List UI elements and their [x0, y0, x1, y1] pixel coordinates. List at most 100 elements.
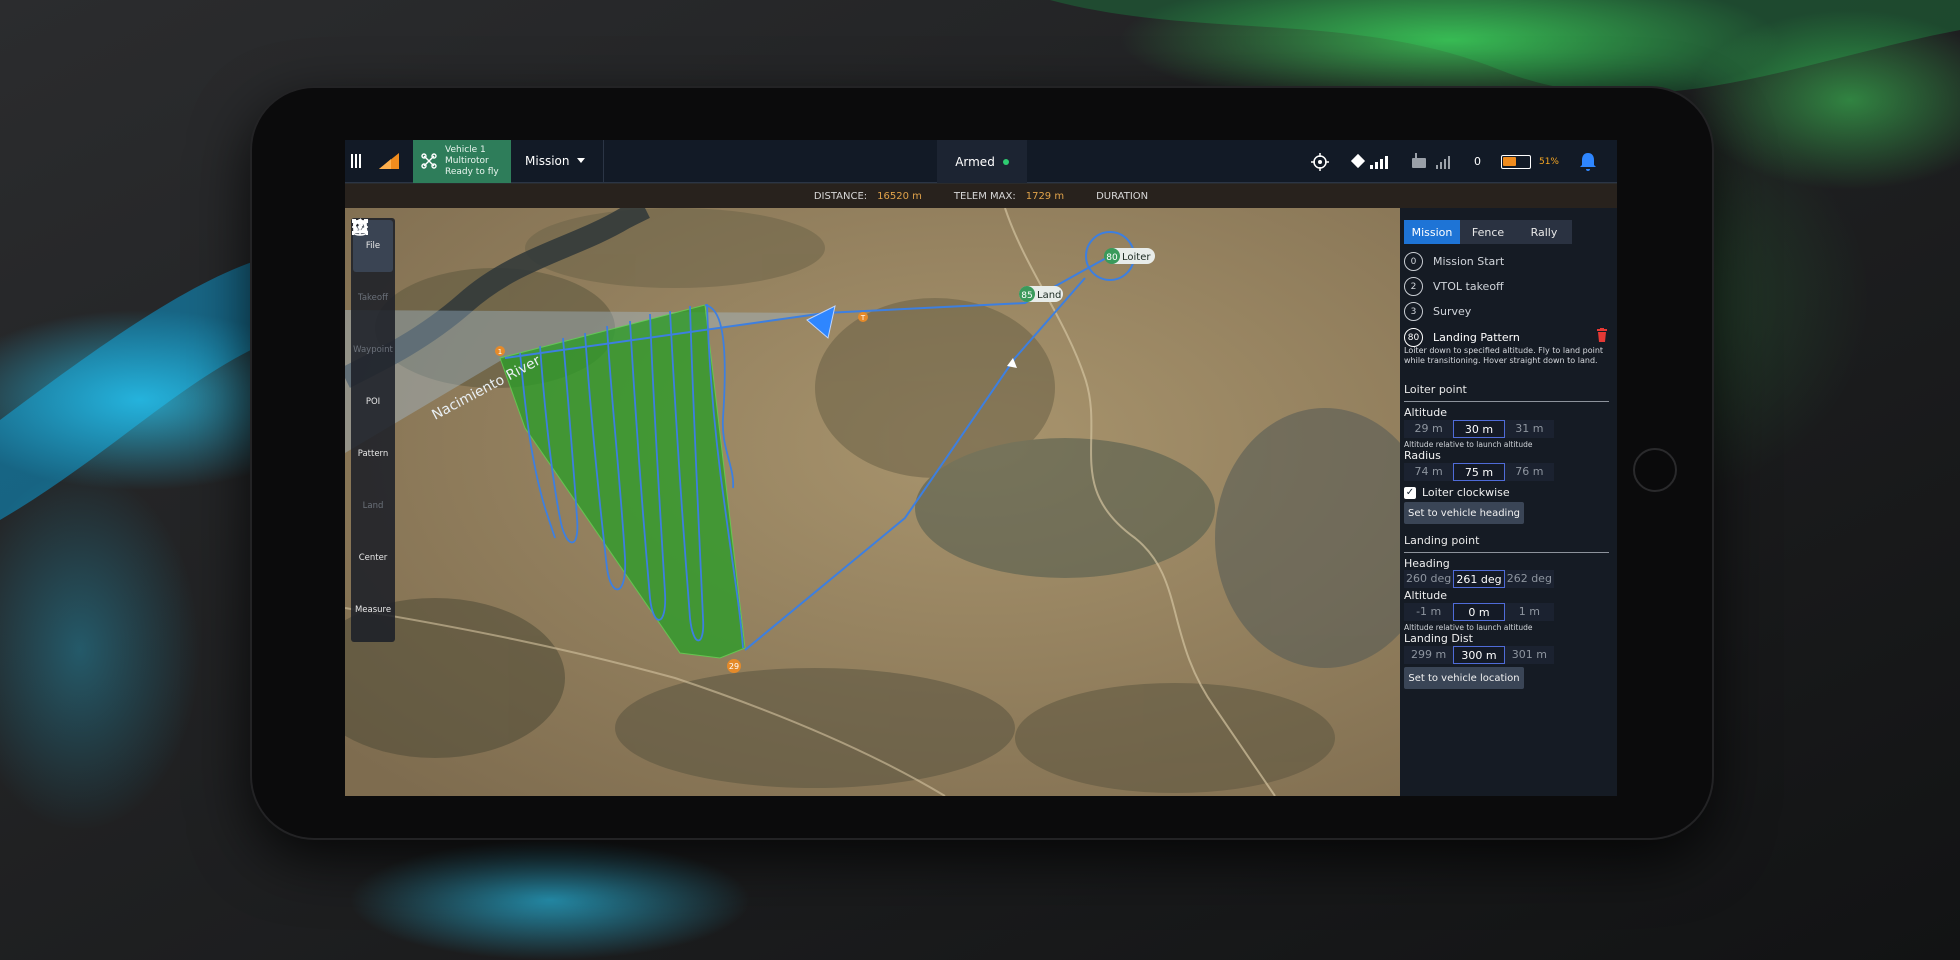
- vehicle-status-button[interactable]: Vehicle 1 Multirotor Ready to fly: [413, 140, 511, 183]
- loiter-altitude-label: Altitude: [1404, 406, 1447, 419]
- stepper-current-value[interactable]: 300 m: [1453, 646, 1505, 664]
- stepper-prev-value[interactable]: 74 m: [1404, 463, 1454, 481]
- stepper-next-value[interactable]: 31 m: [1504, 420, 1554, 438]
- stepper-current-value[interactable]: 75 m: [1453, 463, 1505, 481]
- plan-tabs: Mission Fence Rally: [1404, 220, 1572, 244]
- takeoff-tool-button[interactable]: Takeoff: [353, 220, 393, 324]
- mission-item-start[interactable]: 0 Mission Start: [1404, 252, 1504, 271]
- loiter-altitude-stepper[interactable]: 29 m 30 m 31 m: [1404, 420, 1554, 438]
- status-icons: 0 51%: [1310, 140, 1597, 183]
- tablet-home-button: [1633, 448, 1677, 492]
- telem-max-label: TELEM MAX:: [953, 190, 1016, 202]
- land-waypoint[interactable]: 85 Land: [1019, 286, 1063, 302]
- satellite-signal-icon[interactable]: [1350, 152, 1390, 172]
- loiter-altitude-help: Altitude relative to launch altitude: [1404, 440, 1533, 449]
- landing-dist-stepper[interactable]: 299 m 300 m 301 m: [1404, 646, 1554, 664]
- trash-icon[interactable]: [1596, 328, 1608, 342]
- takeoff-tool-label: Takeoff: [358, 293, 388, 303]
- land-tool-button[interactable]: Land: [353, 220, 393, 532]
- waypoint-tool-button[interactable]: Waypoint: [353, 220, 393, 376]
- duration-label: DURATION: [1096, 190, 1149, 202]
- mission-item-number: 80: [1404, 328, 1423, 347]
- rc-count: 0: [1473, 155, 1481, 168]
- measure-pin-icon: [353, 219, 367, 236]
- stepper-prev-value[interactable]: 29 m: [1404, 420, 1454, 438]
- poi-tool-button[interactable]: POI: [353, 220, 393, 428]
- landing-pattern-description: Loiter down to specified altitude. Fly t…: [1404, 346, 1604, 365]
- armed-indicator[interactable]: Armed: [937, 140, 1027, 183]
- map-canvas[interactable]: Nacimiento River 80 Loiter 85 Land 29 1: [345, 208, 1400, 796]
- land-label: Land: [1037, 290, 1061, 301]
- app-logo-icon: [379, 153, 399, 169]
- radius-stepper[interactable]: 74 m 75 m 76 m: [1404, 463, 1554, 481]
- tab-fence[interactable]: Fence: [1460, 220, 1516, 244]
- survey-start-number: 1: [498, 348, 502, 356]
- loiter-waypoint[interactable]: 80 Loiter: [1104, 248, 1155, 264]
- landing-altitude-stepper[interactable]: -1 m 0 m 1 m: [1404, 603, 1554, 621]
- land-number: 85: [1021, 291, 1032, 301]
- stepper-next-value[interactable]: 262 deg: [1504, 570, 1554, 588]
- vehicle-type: Multirotor: [445, 155, 489, 166]
- tab-mission[interactable]: Mission: [1404, 220, 1460, 244]
- loiter-clockwise-checkbox[interactable]: ✓ Loiter clockwise: [1404, 486, 1510, 499]
- mission-item-vtol-takeoff[interactable]: 2 VTOL takeoff: [1404, 277, 1504, 296]
- landing-altitude-help: Altitude relative to launch altitude: [1404, 623, 1533, 632]
- pattern-tool-button[interactable]: Pattern: [352, 219, 393, 480]
- telem-max-value: 1729 m: [1025, 190, 1065, 202]
- heading-stepper[interactable]: 260 deg 261 deg 262 deg: [1404, 570, 1554, 588]
- landing-point-header: Landing point: [1404, 534, 1609, 553]
- loiter-number: 80: [1106, 253, 1118, 263]
- mission-item-label: Survey: [1433, 305, 1472, 318]
- file-tool-label: File: [365, 241, 381, 251]
- gps-target-icon[interactable]: [1310, 152, 1330, 172]
- bell-icon[interactable]: [1579, 152, 1597, 172]
- mission-dropdown[interactable]: Mission: [525, 140, 605, 183]
- stepper-next-value[interactable]: 301 m: [1504, 646, 1554, 664]
- multirotor-icon: [421, 153, 437, 169]
- center-tool-button[interactable]: Center: [352, 219, 393, 584]
- rc-signal-icon[interactable]: [1410, 152, 1454, 172]
- mission-item-label: Mission Start: [1433, 255, 1505, 268]
- loiter-label: Loiter: [1122, 252, 1151, 263]
- mission-item-survey[interactable]: 3 Survey: [1404, 302, 1471, 321]
- loiter-point-header: Loiter point: [1404, 383, 1609, 402]
- landing-altitude-label: Altitude: [1404, 589, 1447, 602]
- mission-map[interactable]: Nacimiento River 80 Loiter 85 Land 29 1: [345, 208, 1400, 796]
- stepper-current-value[interactable]: 261 deg: [1453, 570, 1505, 588]
- survey-start-marker[interactable]: 1: [495, 346, 505, 356]
- battery-indicator[interactable]: 51%: [1500, 154, 1559, 169]
- stepper-current-value[interactable]: 0 m: [1453, 603, 1505, 621]
- menu-icon[interactable]: [351, 154, 365, 168]
- land-tool-label: Land: [362, 501, 384, 511]
- start-waypoint[interactable]: 29: [727, 659, 741, 673]
- set-vehicle-location-button[interactable]: Set to vehicle location: [1404, 667, 1524, 689]
- stepper-prev-value[interactable]: 299 m: [1404, 646, 1454, 664]
- transition-marker[interactable]: T: [858, 312, 868, 322]
- stepper-current-value[interactable]: 30 m: [1453, 420, 1505, 438]
- stepper-next-value[interactable]: 76 m: [1504, 463, 1554, 481]
- poi-tool-label: POI: [365, 397, 381, 407]
- set-vehicle-heading-button[interactable]: Set to vehicle heading: [1404, 502, 1524, 524]
- mission-editor-panel: Mission Fence Rally 0 Mission Start 2 VT…: [1400, 208, 1617, 796]
- stepper-prev-value[interactable]: 260 deg: [1404, 570, 1454, 588]
- measure-tool-button[interactable]: Measure: [353, 219, 393, 636]
- mission-item-number: 3: [1404, 302, 1423, 321]
- app-screen: Vehicle 1 Multirotor Ready to fly Missio…: [345, 140, 1617, 796]
- distance-value: 16520 m: [877, 190, 922, 202]
- start-number: 29: [729, 662, 739, 671]
- mission-item-landing-pattern[interactable]: 80 Landing Pattern: [1404, 328, 1520, 347]
- stepper-prev-value[interactable]: -1 m: [1404, 603, 1454, 621]
- plan-toolbar: File Takeoff Waypoint POI Pattern Land C…: [351, 218, 395, 642]
- loiter-clockwise-label: Loiter clockwise: [1422, 486, 1510, 499]
- mission-item-label: VTOL takeoff: [1433, 280, 1504, 293]
- measure-tool-label: Measure: [354, 605, 392, 615]
- mission-item-label: Landing Pattern: [1433, 331, 1520, 344]
- center-tool-label: Center: [358, 553, 388, 563]
- waypoint-tool-label: Waypoint: [353, 345, 393, 355]
- stepper-next-value[interactable]: 1 m: [1504, 603, 1554, 621]
- vehicle-status-text: Vehicle 1 Multirotor Ready to fly: [445, 145, 499, 178]
- battery-icon: [1500, 154, 1531, 169]
- battery-percent: 51%: [1538, 156, 1559, 167]
- tab-rally[interactable]: Rally: [1516, 220, 1572, 244]
- armed-status-dot: [1002, 158, 1009, 165]
